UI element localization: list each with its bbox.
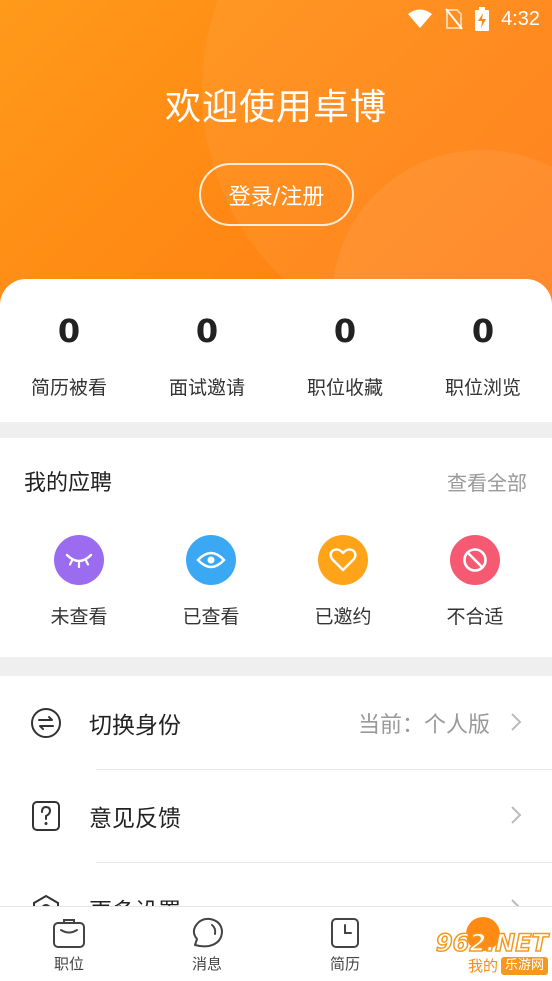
section-title: 我的应聘: [24, 471, 113, 496]
stat-label: 简历被看: [30, 377, 107, 399]
chevron-right-icon: [511, 806, 522, 824]
question-icon: [30, 800, 62, 832]
application-label: 已邀约: [314, 606, 372, 628]
menu-label: 意见反馈: [89, 805, 181, 832]
briefcase-icon: [53, 919, 85, 948]
my-applications-section: 我的应聘 查看全部 未查看 已查看 已邀约 不合适: [0, 438, 552, 657]
settings-menu: 切换身份 当前：个人版 意见反馈 更多设置: [0, 676, 552, 906]
current-identity-value: 当前：个人版: [357, 712, 490, 738]
view-all-link[interactable]: 查看全部: [447, 467, 527, 496]
stats-card: 0 简历被看 0 面试邀请 0 职位收藏 0 职位浏览: [0, 279, 552, 422]
tab-label: 职位: [53, 955, 84, 973]
menu-label: 切换身份: [89, 712, 181, 739]
no-sim-icon: [445, 8, 463, 30]
forbidden-icon: [450, 535, 500, 585]
stat-label: 面试邀请: [168, 377, 245, 399]
stat-value: 0: [333, 312, 357, 350]
stat-job-views[interactable]: 0 职位浏览: [414, 279, 552, 422]
wifi-icon: [408, 9, 433, 28]
stat-value: 0: [195, 312, 219, 350]
status-time: 4:32: [501, 7, 540, 30]
tab-resume[interactable]: 简历: [276, 907, 414, 981]
tab-label: 我的: [467, 957, 498, 975]
tab-label: 简历: [329, 955, 360, 973]
stat-value: 0: [57, 312, 81, 350]
chevron-right-icon: [511, 713, 522, 731]
eye-icon: [186, 535, 236, 585]
stat-job-favorites[interactable]: 0 职位收藏: [276, 279, 414, 422]
application-label: 已查看: [182, 606, 240, 628]
closed-eye-icon: [54, 535, 104, 585]
application-unviewed[interactable]: 未查看: [13, 535, 145, 629]
menu-feedback[interactable]: 意见反馈: [0, 769, 552, 862]
stat-resume-viewed[interactable]: 0 简历被看: [0, 279, 138, 422]
application-label: 未查看: [50, 606, 108, 628]
menu-more-settings[interactable]: 更多设置: [0, 862, 552, 906]
application-unsuitable[interactable]: 不合适: [409, 535, 541, 629]
welcome-title: 欢迎使用卓博: [164, 87, 387, 128]
stat-label: 职位浏览: [444, 377, 521, 399]
settings-icon: [30, 893, 62, 906]
stat-interview-invites[interactable]: 0 面试邀请: [138, 279, 276, 422]
profile-header: 4:32 欢迎使用卓博 登录/注册: [0, 0, 552, 310]
bottom-tab-bar: 职位 消息 简历 我的: [0, 906, 552, 981]
tab-jobs[interactable]: 职位: [0, 907, 138, 981]
battery-charging-icon: [475, 7, 490, 31]
application-label: 不合适: [446, 606, 504, 628]
tab-messages[interactable]: 消息: [138, 907, 276, 981]
tab-label: 消息: [191, 955, 222, 973]
stat-value: 0: [471, 312, 495, 350]
chevron-right-icon: [511, 899, 520, 906]
resume-icon: [331, 918, 359, 948]
message-icon: [192, 917, 223, 948]
menu-switch-identity[interactable]: 切换身份 当前：个人版: [0, 676, 552, 769]
stat-label: 职位收藏: [306, 377, 383, 399]
application-viewed[interactable]: 已查看: [145, 535, 277, 629]
profile-icon: [466, 917, 500, 951]
status-bar: 4:32: [0, 0, 552, 38]
application-invited[interactable]: 已邀约: [277, 535, 409, 629]
heart-icon: [318, 535, 368, 585]
tab-profile[interactable]: 我的: [414, 907, 552, 981]
menu-label: 更多设置: [89, 892, 181, 907]
switch-icon: [30, 707, 62, 739]
login-register-button[interactable]: 登录/注册: [199, 163, 354, 226]
